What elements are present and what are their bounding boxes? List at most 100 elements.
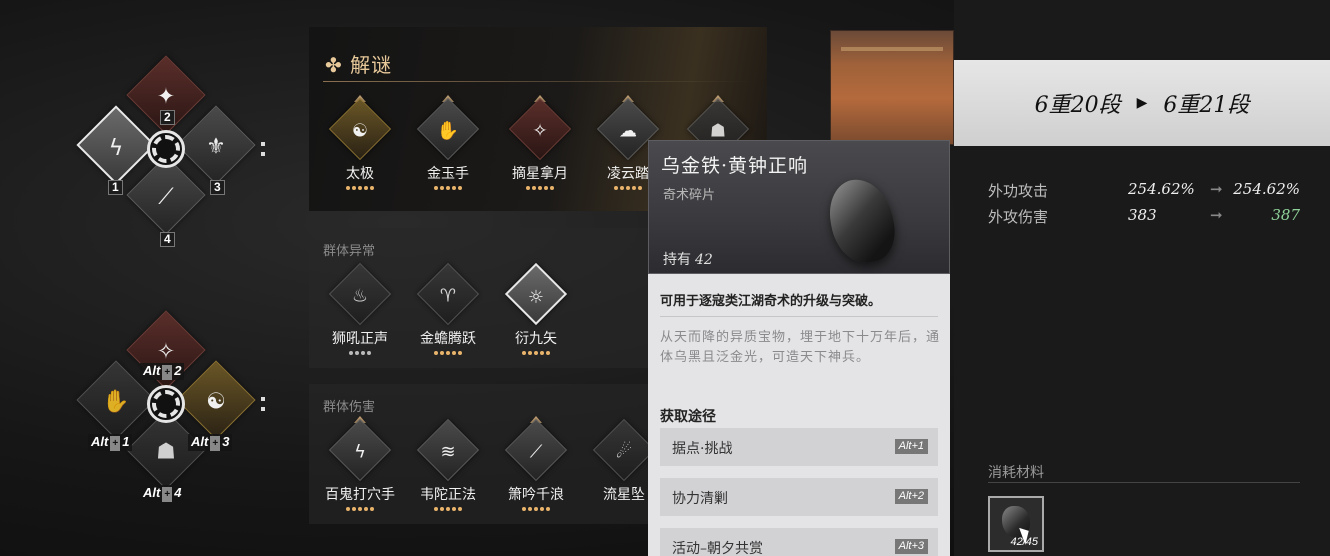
stat-after: 387 [1271, 206, 1300, 224]
lightning-slash-icon: ϟ [108, 135, 124, 161]
item-type: 奇术碎片 [663, 188, 716, 203]
cloud-step-icon: ☁ [619, 119, 637, 141]
material-slot[interactable]: 42/45 [988, 496, 1044, 552]
source-label: 活动–朝夕共赏 [672, 541, 763, 556]
plus-icon: + [162, 487, 173, 502]
skill-name: 金蟾腾跃 [420, 331, 476, 347]
stat-after: 254.62% [1233, 180, 1300, 198]
alt-key-4: Alt +4 [140, 485, 185, 502]
group-damage-title: 群体伤害 [323, 400, 376, 415]
material-divider [988, 482, 1300, 483]
skill-xiaoyin[interactable]: ⟋ 箫吟千浪 [497, 416, 587, 516]
skill-level-dots [409, 348, 487, 355]
source-event[interactable]: 活动–朝夕共赏 Alt+3 [660, 528, 938, 556]
skill-level-dots [409, 504, 487, 511]
section-divider [323, 81, 753, 82]
item-tooltip: 乌金铁·黄钟正响 奇术碎片 持有 42 可用于逐寇类江湖奇术的升级与突破。 从天而… [648, 140, 950, 556]
stat-row-attack: 外功攻击 254.62% ➞ 254.62% [988, 180, 1300, 202]
group-status-title: 群体异常 [323, 244, 376, 259]
stat-label: 外攻伤害 [988, 208, 1049, 226]
rank-to: 6重21段 [1163, 93, 1250, 118]
skill-zhaixing[interactable]: ✧ 摘星拿月 [501, 95, 591, 195]
slot-key-4: 4 [160, 232, 175, 247]
item-usage: 可用于逐寇类江湖奇术的升级与突破。 [660, 294, 882, 309]
skill-name: 金玉手 [427, 166, 469, 182]
skill-name: 衍九矢 [515, 331, 557, 347]
fan-arrows-icon: ☼ [527, 286, 545, 308]
flute-icon: ⟋ [158, 183, 174, 209]
plus-icon: + [210, 436, 221, 451]
alt-key-3: Alt +3 [188, 434, 233, 451]
play-arrow-icon: ▶ [1136, 95, 1148, 111]
skill-level-dots [409, 183, 487, 190]
martial-pose-icon: ⚜ [206, 133, 226, 159]
source-label: 协力清剿 [672, 491, 728, 507]
skill-name: 韦陀正法 [420, 487, 476, 503]
right-arrow-icon: ➞ [1210, 180, 1223, 198]
skill-level-dots [497, 348, 575, 355]
tooltip-header: 乌金铁·黄钟正响 奇术碎片 持有 42 [648, 140, 950, 274]
taiji-pose-icon: ☯ [351, 119, 369, 141]
flute-icon: ⟋ [529, 440, 543, 462]
stat-label: 外功攻击 [988, 182, 1049, 200]
rank-from: 6重20段 [1034, 93, 1121, 118]
source-stronghold-challenge[interactable]: 据点·挑战 Alt+1 [660, 428, 938, 466]
plus-icon: + [110, 436, 121, 451]
skill-level-dots [321, 504, 399, 511]
scene-preview-image [830, 30, 954, 145]
plus-icon: + [162, 365, 173, 380]
source-hotkey: Alt+3 [894, 539, 928, 554]
skill-name: 摘星拿月 [512, 166, 568, 182]
skill-shihou[interactable]: ♨ 狮吼正声 [321, 260, 411, 360]
monk-icon: ☗ [156, 438, 176, 464]
slot-key-1: 1 [108, 180, 123, 195]
lotus-icon: ✤ [325, 53, 351, 77]
skill-name: 箫吟千浪 [508, 487, 564, 503]
wheel-center-hub[interactable] [147, 130, 185, 168]
skill-level-dots [321, 183, 399, 190]
meteor-icon: ☄ [615, 440, 633, 462]
alt-key-2: Alt +2 [140, 363, 185, 380]
tooltip-divider [660, 316, 938, 317]
skill-jinyushou[interactable]: ✋ 金玉手 [409, 95, 499, 195]
stat-before: 383 [1128, 206, 1157, 224]
skill-level-dots [501, 183, 579, 190]
slot-key-2: 2 [160, 110, 175, 125]
taiji-icon: ☯ [206, 388, 226, 414]
skill-weituo[interactable]: ≋ 韦陀正法 [409, 416, 499, 516]
puzzle-title: ✤ 解谜 [325, 53, 393, 77]
stat-row-damage: 外攻伤害 383 ➞ 387 [988, 206, 1300, 228]
skill-yanjiushi[interactable]: ☼ 衍九矢 [497, 260, 587, 360]
alt-key-1: Alt +1 [88, 434, 133, 451]
wheel-more-indicator [261, 142, 265, 156]
skill-name: 百鬼打穴手 [325, 487, 395, 503]
alt-wheel-more-indicator [261, 397, 265, 411]
hand-strike-icon: ✋ [436, 119, 460, 141]
source-hotkey: Alt+2 [894, 489, 928, 504]
skill-taiji[interactable]: ☯ 太极 [321, 95, 411, 195]
hand-strike-icon: ✋ [102, 388, 130, 414]
skill-baigui[interactable]: ϟ 百鬼打穴手 [321, 416, 411, 516]
rank-progress-bar: 6重20段 ▶ 6重21段 [954, 60, 1330, 146]
skill-jinchan[interactable]: ♈ 金蟾腾跃 [409, 260, 499, 360]
skill-wheel-bottom: ✧ ✋ ☯ ☗ Alt +2 Alt +1 Alt +3 Alt +4 [70, 310, 270, 510]
slot-key-3: 3 [210, 180, 225, 195]
skill-wheel-top: ✦ ϟ ⚜ ⟋ 1 2 3 4 [70, 55, 270, 255]
right-arrow-icon: ➞ [1210, 206, 1223, 224]
palm-wave-icon: ≋ [440, 440, 456, 462]
item-description: 从天而降的异质宝物，埋于地下十万年后，通体乌黑且泛金光，可造天下神兵。 [660, 330, 941, 365]
toad-leap-icon: ♈ [439, 284, 457, 306]
source-hotkey: Alt+1 [894, 439, 928, 454]
lightning-slash-icon: ϟ [354, 440, 366, 462]
acquire-title: 获取途径 [660, 409, 716, 425]
tooltip-body: 可用于逐寇类江湖奇术的升级与突破。 从天而降的异质宝物，埋于地下十万年后，通体乌… [648, 274, 950, 556]
star-claw-icon: ✧ [532, 119, 548, 141]
source-label: 据点·挑战 [672, 441, 733, 457]
skill-name: 狮吼正声 [332, 331, 388, 347]
item-owned: 持有 42 [663, 252, 713, 268]
skill-name: 太极 [346, 166, 374, 182]
skill-level-dots [321, 348, 399, 355]
alt-wheel-center-hub[interactable] [147, 385, 185, 423]
skill-level-dots [497, 504, 575, 511]
source-joint-suppression[interactable]: 协力清剿 Alt+2 [660, 478, 938, 516]
